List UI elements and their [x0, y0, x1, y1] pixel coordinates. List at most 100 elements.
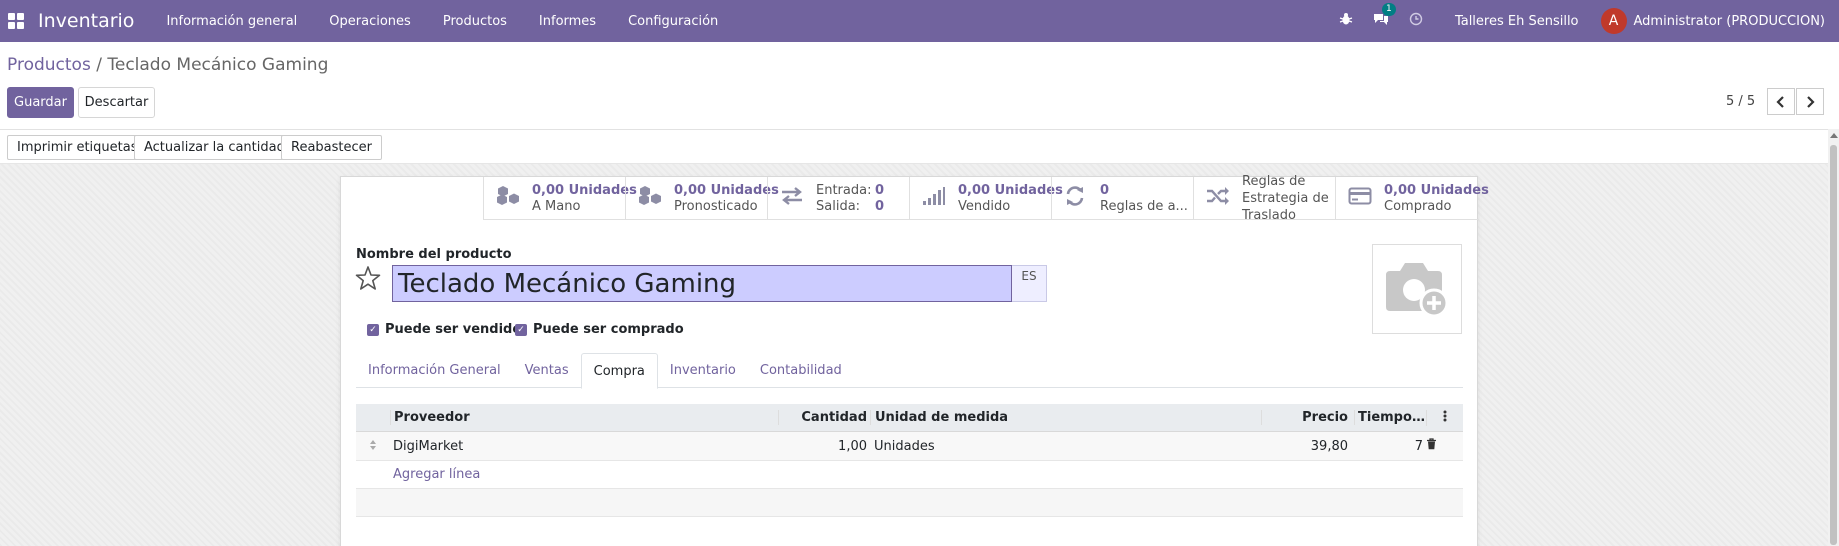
- sold-value: 0,00 Unidades: [958, 182, 1063, 198]
- camera-add-icon: [1386, 263, 1449, 318]
- trash-icon[interactable]: [1426, 438, 1463, 454]
- moves-in-value: 0: [875, 182, 885, 198]
- checkbox-checked-icon: ✓: [367, 323, 379, 336]
- tab-contabilidad[interactable]: Contabilidad: [748, 353, 854, 388]
- company-switcher[interactable]: Talleres Eh Sensillo: [1455, 14, 1579, 29]
- action-bar: Imprimir etiquetas Actualizar la cantida…: [0, 129, 1839, 163]
- stat-reorder-rules-button[interactable]: 0 Reglas de a...: [1051, 177, 1193, 220]
- menu-informes[interactable]: Informes: [523, 14, 612, 29]
- scrollbar[interactable]: [1828, 129, 1839, 546]
- breadcrumb-productos[interactable]: Productos: [7, 55, 91, 75]
- table-header: Proveedor Cantidad Unidad de medida Prec…: [356, 404, 1463, 432]
- menu-informacion-general[interactable]: Información general: [150, 14, 313, 29]
- stat-sold-button[interactable]: 0,00 Unidades Vendido: [909, 177, 1063, 220]
- menu-productos[interactable]: Productos: [427, 14, 523, 29]
- checkbox-checked-icon: ✓: [515, 323, 527, 336]
- add-line-link[interactable]: Agregar línea: [356, 461, 1463, 489]
- moves-in-label: Entrada:: [816, 182, 872, 198]
- avatar[interactable]: A: [1600, 8, 1627, 34]
- stat-forecast-button[interactable]: 0,00 Unidades Pronosticado: [625, 177, 779, 220]
- reorder-rules-value: 0: [1100, 182, 1110, 198]
- tab-ventas[interactable]: Ventas: [513, 353, 581, 388]
- update-quantity-button[interactable]: Actualizar la cantidad: [134, 135, 295, 160]
- reorder-rules-label: Reglas de a...: [1100, 198, 1188, 214]
- column-quantity[interactable]: Cantidad: [778, 410, 870, 425]
- apps-menu-icon[interactable]: [8, 13, 24, 29]
- row-vendor[interactable]: DigiMarket: [390, 439, 778, 454]
- breadcrumb-separator: /: [90, 55, 108, 75]
- messages-badge: 1: [1381, 3, 1396, 16]
- supplier-table: Proveedor Cantidad Unidad de medida Prec…: [356, 404, 1463, 517]
- on-hand-value: 0,00 Unidades: [532, 182, 637, 198]
- language-button[interactable]: ES: [1012, 265, 1047, 302]
- putaway-rules-label: Reglas de Estrategia de Traslado: [1242, 174, 1329, 223]
- discard-button[interactable]: Descartar: [78, 87, 155, 118]
- product-image-upload[interactable]: [1372, 244, 1462, 334]
- can-be-purchased-label: Puede ser comprado: [533, 322, 684, 337]
- sold-label: Vendido: [958, 198, 1011, 214]
- app-name[interactable]: Inventario: [38, 10, 134, 32]
- row-price[interactable]: 39,80: [1261, 439, 1354, 454]
- cubes-icon: [496, 185, 532, 212]
- moves-out-value: 0: [875, 198, 885, 214]
- scroll-up-arrow-icon[interactable]: [1830, 133, 1838, 138]
- signal-icon: [922, 186, 958, 211]
- random-icon: [1206, 186, 1242, 211]
- print-labels-button[interactable]: Imprimir etiquetas: [7, 135, 148, 160]
- exchange-icon: [780, 186, 816, 211]
- column-price[interactable]: Precio: [1261, 410, 1354, 425]
- menu-operaciones[interactable]: Operaciones: [313, 14, 427, 29]
- replenish-button[interactable]: Reabastecer: [281, 135, 382, 160]
- chevron-right-icon: [1807, 95, 1815, 108]
- breadcrumb-current: Teclado Mecánico Gaming: [107, 55, 329, 75]
- can-be-purchased-checkbox[interactable]: ✓ Puede ser comprado: [515, 322, 684, 337]
- empty-row: [356, 489, 1463, 517]
- on-hand-label: A Mano: [532, 198, 581, 214]
- row-quantity[interactable]: 1,00: [778, 439, 870, 454]
- can-be-sold-checkbox[interactable]: ✓ Puede ser vendido: [367, 322, 521, 337]
- top-navbar: Inventario Información general Operacion…: [0, 0, 1839, 42]
- stat-purchased-button[interactable]: 0,00 Unidades Comprado: [1335, 177, 1489, 220]
- credit-card-icon: [1348, 186, 1384, 211]
- notebook-tabs: Información General Ventas Compra Invent…: [356, 353, 1463, 389]
- stat-moves-button[interactable]: Entrada: 0 Salida: 0: [767, 177, 909, 220]
- chevron-left-icon: [1776, 95, 1784, 108]
- star-icon[interactable]: [355, 265, 381, 296]
- menu-configuracion[interactable]: Configuración: [612, 14, 734, 29]
- optional-columns-icon[interactable]: [1426, 409, 1463, 426]
- row-lead-time[interactable]: 7: [1354, 439, 1426, 454]
- product-name-input[interactable]: Teclado Mecánico Gaming: [392, 265, 1012, 302]
- purchased-value: 0,00 Unidades: [1384, 182, 1489, 198]
- column-vendor[interactable]: Proveedor: [390, 410, 778, 425]
- pager-previous-button[interactable]: [1767, 88, 1795, 115]
- can-be-sold-label: Puede ser vendido: [385, 322, 522, 337]
- drag-handle-icon[interactable]: [356, 439, 390, 454]
- form-sheet: 0,00 Unidades A Mano 0,00 Unidades Pronost…: [340, 174, 1489, 546]
- column-lead-time[interactable]: Tiempo ...: [1354, 410, 1426, 425]
- scrollbar-thumb[interactable]: [1830, 145, 1837, 545]
- stat-on-hand-button[interactable]: 0,00 Unidades A Mano: [483, 177, 637, 220]
- stat-putaway-rules-button[interactable]: Reglas de Estrategia de Traslado: [1193, 174, 1335, 223]
- tab-compra[interactable]: Compra: [580, 353, 658, 389]
- table-row[interactable]: DigiMarket 1,00 Unidades 39,80 7: [356, 432, 1463, 461]
- moves-out-label: Salida:: [816, 198, 861, 214]
- messages-icon[interactable]: 1: [1373, 3, 1396, 30]
- forecast-label: Pronosticado: [674, 198, 758, 214]
- bug-icon[interactable]: [1339, 12, 1353, 30]
- breadcrumb: Productos / Teclado Mecánico Gaming: [7, 55, 328, 75]
- user-menu[interactable]: Administrator (PRODUCCION): [1634, 14, 1825, 29]
- row-uom[interactable]: Unidades: [870, 439, 1261, 454]
- clock-icon[interactable]: [1409, 12, 1423, 30]
- smart-button-box: 0,00 Unidades A Mano 0,00 Unidades Pronost…: [483, 174, 1489, 223]
- refresh-icon: [1064, 185, 1100, 212]
- save-button[interactable]: Guardar: [7, 87, 74, 118]
- pager-next-button[interactable]: [1796, 88, 1824, 115]
- tab-inventario[interactable]: Inventario: [658, 353, 748, 388]
- product-name-label: Nombre del producto: [356, 247, 512, 262]
- cubes-icon: [638, 185, 674, 212]
- column-uom[interactable]: Unidad de medida: [870, 410, 1261, 425]
- forecast-value: 0,00 Unidades: [674, 182, 779, 198]
- purchased-label: Comprado: [1384, 198, 1452, 214]
- tab-informacion-general[interactable]: Información General: [356, 353, 513, 388]
- pager-value[interactable]: 5 / 5: [1726, 94, 1755, 109]
